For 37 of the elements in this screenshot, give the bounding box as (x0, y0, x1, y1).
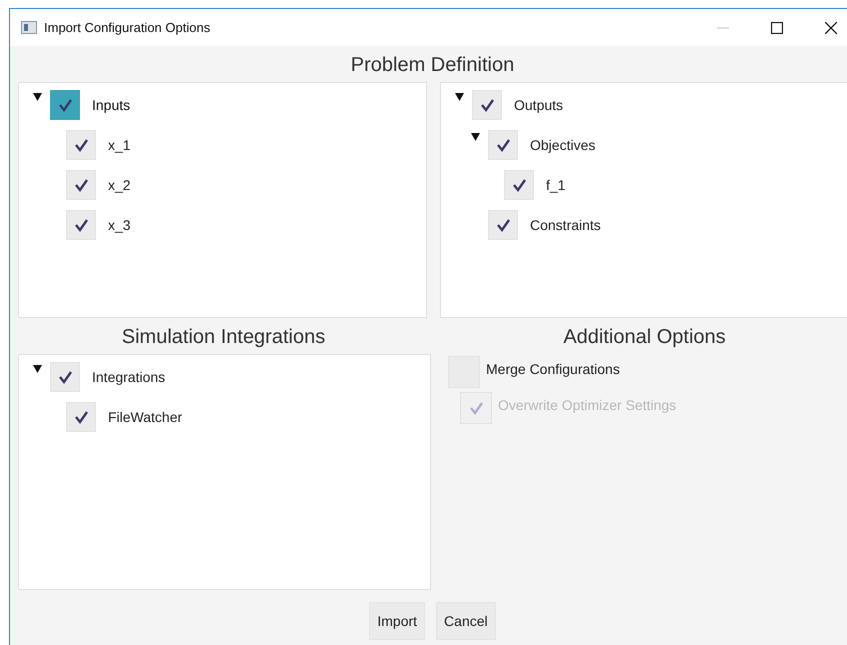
tree-item-label[interactable]: x_2 (108, 177, 131, 193)
check-icon (72, 409, 90, 425)
dialog-button[interactable]: Import (369, 602, 426, 640)
tree-item-label[interactable]: x_3 (108, 217, 131, 233)
section-heading: Additional Options (562, 325, 727, 350)
expanded-arrow-icon[interactable] (471, 133, 480, 141)
check-icon (494, 217, 512, 233)
check-icon (72, 137, 90, 153)
checkbox-label: Overwrite Optimizer Settings (498, 397, 676, 413)
check-icon (72, 217, 90, 233)
checkbox[interactable] (50, 90, 80, 120)
window-icon (21, 21, 37, 34)
tree-item-label[interactable]: Inputs (92, 97, 130, 113)
tree-item-label[interactable]: x_1 (108, 137, 131, 153)
dialog-button[interactable]: Cancel (436, 602, 496, 640)
expanded-arrow-icon[interactable] (33, 93, 42, 101)
section-heading: Simulation Integrations (120, 325, 326, 350)
window-title: Import Configuration Options (44, 20, 210, 35)
check-icon (56, 97, 74, 113)
expanded-arrow-icon[interactable] (455, 93, 464, 101)
tree-item-label[interactable]: FileWatcher (108, 409, 182, 425)
check-icon (478, 97, 496, 113)
tree-item-label[interactable]: f_1 (546, 177, 566, 193)
check-icon (510, 177, 528, 193)
tree-item-label[interactable]: Outputs (514, 97, 564, 113)
check-icon (56, 369, 74, 385)
tree-item-label[interactable]: Constraints (530, 217, 601, 233)
tree-item-label[interactable]: Integrations (92, 369, 166, 385)
tree-item-label[interactable]: Objectives (530, 137, 596, 153)
checkbox-label[interactable]: Merge Configurations (486, 361, 620, 377)
check-icon (72, 177, 90, 193)
check-icon (468, 400, 484, 416)
check-icon (494, 137, 512, 153)
close-icon (825, 22, 837, 34)
maximize-icon (771, 22, 783, 34)
section-heading: Problem Definition (350, 53, 516, 78)
expanded-arrow-icon[interactable] (33, 365, 42, 373)
